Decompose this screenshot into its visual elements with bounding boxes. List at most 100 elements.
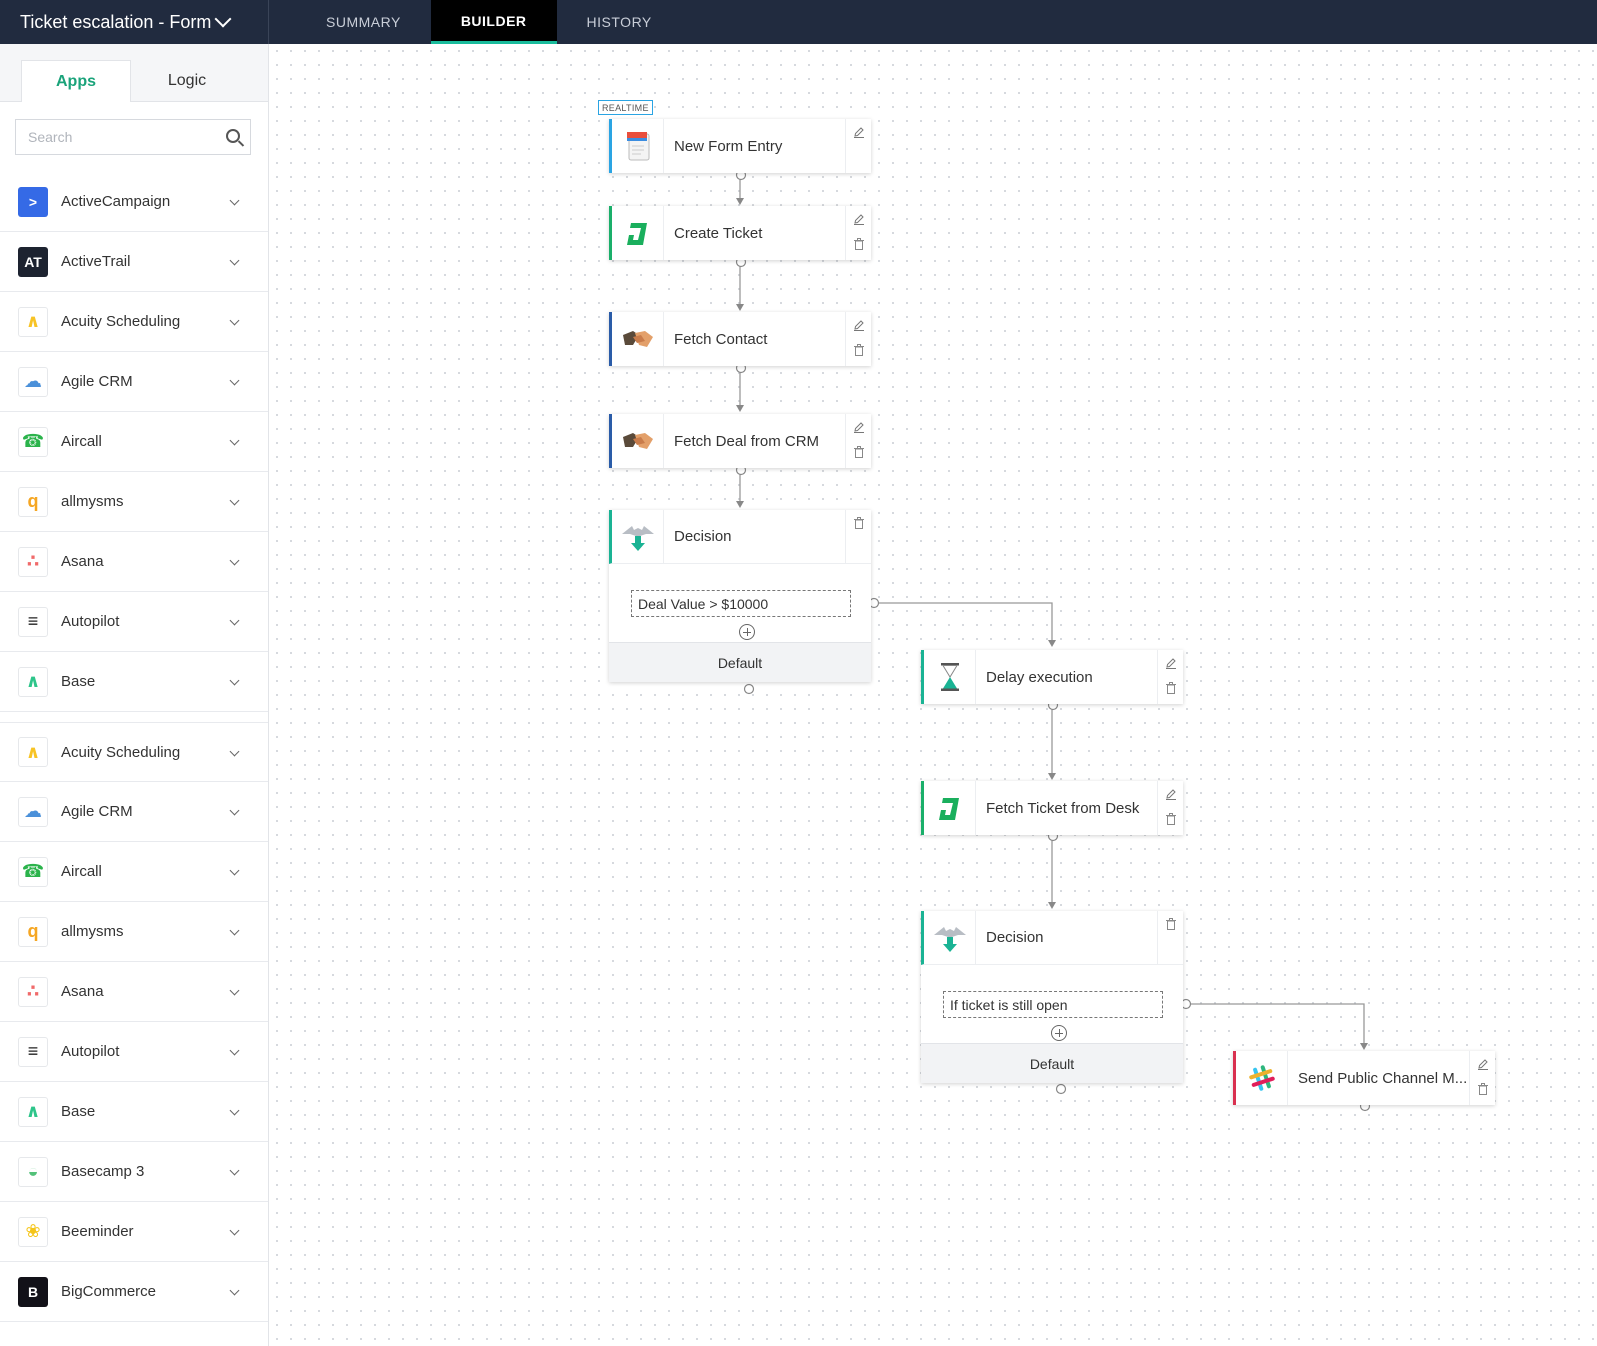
node-fetch-contact[interactable]: Fetch Contact — [609, 312, 871, 366]
app-name: Autopilot — [61, 1043, 120, 1060]
app-item[interactable]: ∧ Acuity Scheduling — [0, 292, 268, 352]
app-item[interactable]: ☎ Aircall — [0, 412, 268, 472]
chevron-down-icon[interactable] — [229, 805, 240, 816]
node-label: Send Public Channel M... — [1298, 1069, 1468, 1087]
trash-icon[interactable] — [1166, 918, 1176, 930]
tab-builder[interactable]: BUILDER — [430, 0, 557, 44]
slack-icon — [1236, 1051, 1288, 1105]
trash-icon[interactable] — [854, 517, 864, 529]
form-icon — [612, 119, 664, 173]
chevron-down-icon[interactable] — [229, 375, 240, 386]
chevron-down-icon[interactable] — [229, 1105, 240, 1116]
tab-apps[interactable]: Apps — [21, 60, 131, 102]
app-item[interactable]: ❀ Beeminder — [0, 1202, 268, 1262]
trash-icon[interactable] — [1166, 682, 1176, 694]
chevron-down-icon[interactable] — [229, 985, 240, 996]
node-fetch-ticket[interactable]: Fetch Ticket from Desk — [921, 781, 1183, 835]
node-new-form-entry[interactable]: New Form Entry — [609, 119, 871, 173]
pencil-icon[interactable] — [853, 213, 865, 225]
trash-icon[interactable] — [854, 446, 864, 458]
app-item[interactable]: ≡ Autopilot — [0, 592, 268, 652]
search-input[interactable] — [16, 120, 216, 154]
app-item[interactable]: ◒ Basecamp 3 — [0, 1142, 268, 1202]
app-name: Acuity Scheduling — [61, 313, 181, 330]
chevron-down-icon[interactable] — [229, 865, 240, 876]
app-item[interactable]: ∴ Asana — [0, 962, 268, 1022]
pencil-icon[interactable] — [853, 421, 865, 433]
decision-label: Decision — [674, 528, 732, 545]
app-item[interactable]: ☁ Agile CRM — [0, 782, 268, 842]
chevron-down-icon[interactable] — [229, 746, 240, 757]
app-list: > ActiveCampaign AT ActiveTrail ∧ Acuity Sche… — [0, 172, 268, 1322]
trash-icon[interactable] — [854, 238, 864, 250]
workflow-title: Ticket escalation - Form — [20, 11, 212, 32]
pencil-icon[interactable] — [853, 319, 865, 331]
tab-logic[interactable]: Logic — [132, 60, 242, 102]
search-icon[interactable] — [226, 129, 240, 143]
decision-default-branch[interactable]: Default — [609, 642, 871, 682]
app-item[interactable]: ∧ Base — [0, 1082, 268, 1142]
allmysms-icon: q — [18, 916, 48, 947]
chevron-down-icon[interactable] — [229, 925, 240, 936]
decision-default-branch[interactable]: Default — [921, 1043, 1183, 1083]
app-item[interactable]: q allmysms — [0, 902, 268, 962]
decision-condition[interactable]: Deal Value > $10000 — [631, 590, 851, 617]
add-condition-icon[interactable] — [1051, 1025, 1067, 1041]
sidebar: Apps Logic > ActiveCampaign AT ActiveTrail ∧… — [0, 44, 269, 1346]
chevron-down-icon[interactable] — [229, 435, 240, 446]
app-item[interactable]: ≡ Autopilot — [0, 1022, 268, 1082]
handshake-icon — [612, 312, 664, 366]
app-name: Asana — [61, 983, 104, 1000]
activecampaign-icon: > — [18, 186, 48, 217]
decision-condition[interactable]: If ticket is still open — [943, 991, 1163, 1018]
app-item[interactable]: B BigCommerce — [0, 1262, 268, 1322]
app-item[interactable]: AT ActiveTrail — [0, 232, 268, 292]
decision-block-2[interactable]: Decision If ticket is still open Default — [921, 911, 1183, 1083]
pencil-icon[interactable] — [1165, 657, 1177, 669]
trash-icon[interactable] — [854, 344, 864, 356]
app-item[interactable]: ∴ Asana — [0, 532, 268, 592]
trash-icon[interactable] — [1478, 1083, 1488, 1095]
app-name: Base — [61, 1103, 96, 1120]
node-fetch-deal[interactable]: Fetch Deal from CRM — [609, 414, 871, 468]
bigcommerce-icon: B — [18, 1276, 48, 1307]
add-condition-icon[interactable] — [739, 624, 755, 640]
workflow-title-dropdown[interactable]: Ticket escalation - Form — [0, 0, 269, 44]
node-delay-execution[interactable]: Delay execution — [921, 650, 1183, 704]
app-item[interactable]: q allmysms — [0, 472, 268, 532]
chevron-down-icon[interactable] — [229, 195, 240, 206]
chevron-down-icon[interactable] — [229, 675, 240, 686]
pencil-icon[interactable] — [1477, 1058, 1489, 1070]
pencil-icon[interactable] — [853, 126, 865, 138]
decision-block-1[interactable]: Decision Deal Value > $10000 Default — [609, 510, 871, 682]
trash-icon[interactable] — [1166, 813, 1176, 825]
chevron-down-icon[interactable] — [229, 1285, 240, 1296]
app-item[interactable]: ☁ Agile CRM — [0, 352, 268, 412]
app-name: Agile CRM — [61, 373, 133, 390]
chevron-down-icon[interactable] — [229, 1045, 240, 1056]
decision-split-icon — [612, 510, 664, 563]
app-item[interactable]: > ActiveCampaign — [0, 172, 268, 232]
sidebar-tabs: Apps Logic — [0, 44, 268, 102]
tab-history[interactable]: HISTORY — [557, 0, 682, 44]
chevron-down-icon[interactable] — [229, 315, 240, 326]
acuity-icon: ∧ — [18, 306, 48, 337]
node-send-public-channel[interactable]: Send Public Channel M... — [1233, 1051, 1495, 1105]
app-item[interactable]: ∧ Base — [0, 652, 268, 712]
base-icon: ∧ — [18, 666, 48, 697]
activetrail-icon: AT — [18, 246, 48, 277]
node-create-ticket[interactable]: Create Ticket — [609, 206, 871, 260]
chevron-down-icon[interactable] — [229, 555, 240, 566]
handshake-icon — [612, 414, 664, 468]
basecamp-icon: ◒ — [18, 1156, 48, 1187]
chevron-down-icon[interactable] — [229, 1165, 240, 1176]
chevron-down-icon[interactable] — [229, 255, 240, 266]
decision-label: Decision — [986, 929, 1044, 946]
chevron-down-icon[interactable] — [229, 615, 240, 626]
tab-summary[interactable]: SUMMARY — [296, 0, 431, 44]
app-item[interactable]: ∧ Acuity Scheduling — [0, 722, 268, 782]
chevron-down-icon[interactable] — [229, 495, 240, 506]
pencil-icon[interactable] — [1165, 788, 1177, 800]
chevron-down-icon[interactable] — [229, 1225, 240, 1236]
app-item[interactable]: ☎ Aircall — [0, 842, 268, 902]
